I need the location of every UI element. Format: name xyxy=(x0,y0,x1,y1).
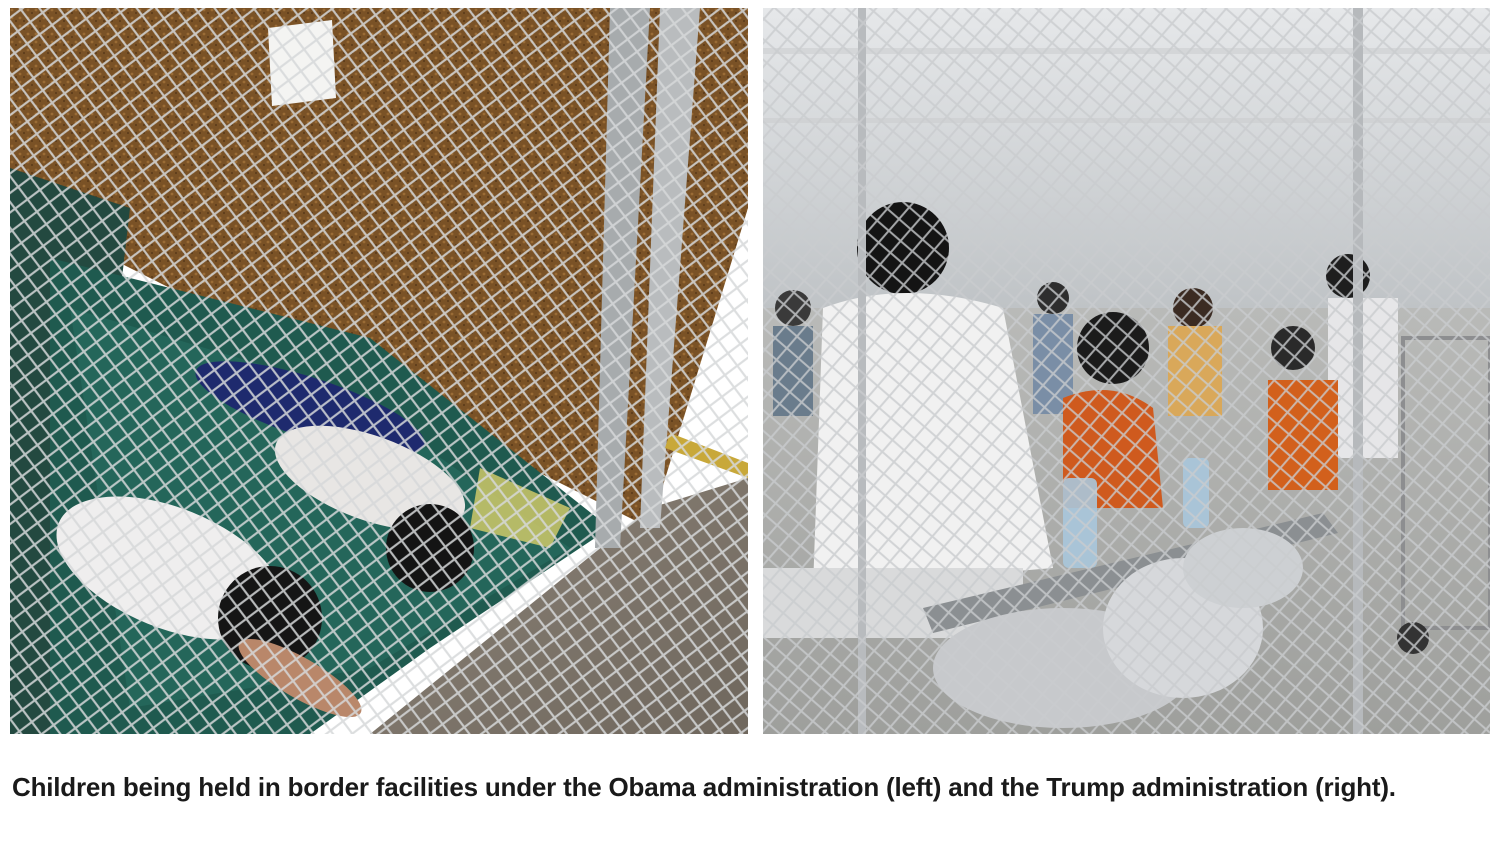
photo-right-trump-era xyxy=(763,8,1490,734)
photo-caption: Children being held in border facilities… xyxy=(12,772,1396,802)
photo-pair xyxy=(10,8,1490,734)
photo-right-image xyxy=(763,8,1490,734)
photo-left-obama-era xyxy=(10,8,748,734)
photo-left-image xyxy=(10,8,748,734)
